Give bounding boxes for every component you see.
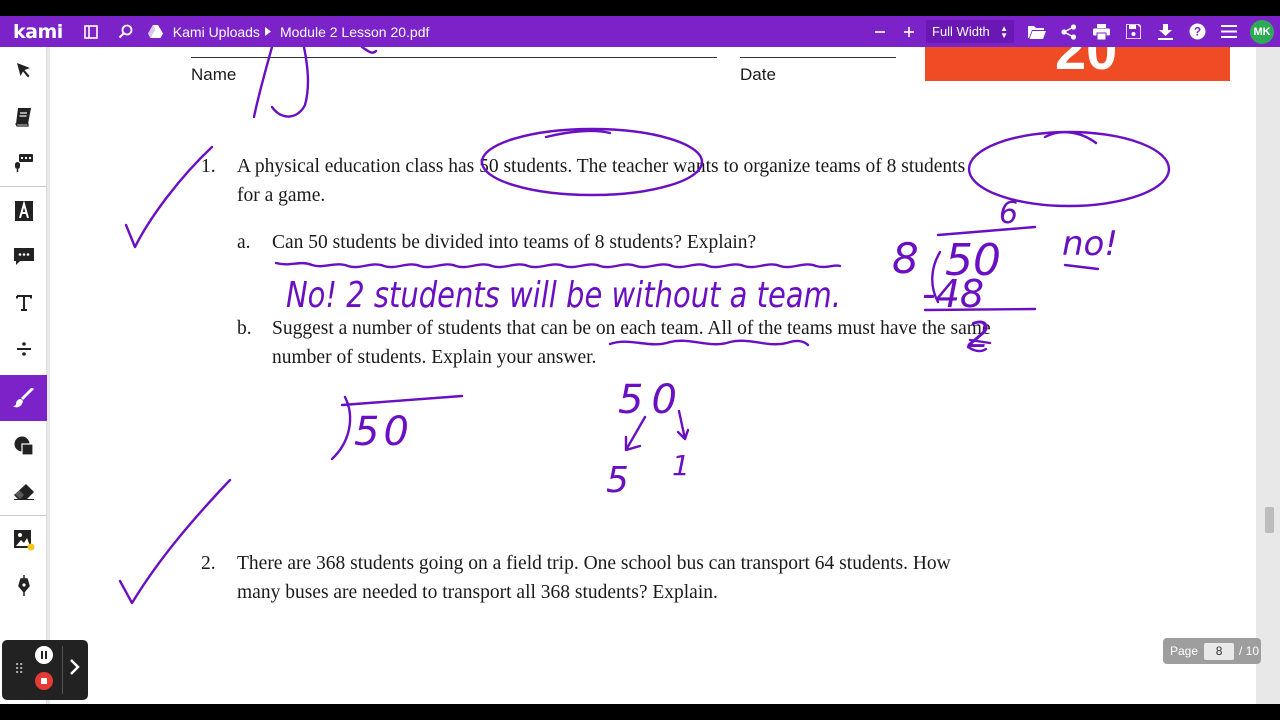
download-icon[interactable] — [1154, 21, 1176, 43]
dictionary-book-icon — [14, 108, 31, 127]
page-total: / 10 — [1239, 644, 1260, 658]
svg-text:?: ? — [1193, 25, 1200, 39]
menu-icon[interactable] — [1218, 21, 1240, 43]
add-image-icon — [13, 530, 34, 551]
equation-icon — [16, 342, 31, 356]
voice-comment-icon — [14, 154, 33, 172]
toolbar-actions: Full Width ▲ ▼ ? MK — [869, 16, 1280, 47]
text-tool-icon — [15, 295, 32, 311]
select-arrows-icon: ▲ ▼ — [1000, 23, 1008, 40]
kami-logo[interactable]: kami — [13, 21, 63, 43]
ink-b-dividend: 50 — [354, 409, 413, 455]
ink-checkmark-2 — [118, 478, 232, 605]
ink-annotations[interactable]: No! 2 students will be without a team. 6… — [50, 47, 1256, 704]
page-number-input[interactable]: 8 — [1204, 642, 1235, 660]
tool-dictionary[interactable] — [0, 94, 47, 140]
document-viewer[interactable]: 20 Name Date 1. A physical education cla… — [47, 47, 1280, 704]
ink-note-no: no! — [1062, 224, 1118, 264]
zoom-in-icon[interactable] — [898, 21, 920, 43]
ink-b-digit-one: 1 — [672, 449, 690, 482]
ink-circle-8-students — [967, 130, 1171, 208]
ink-wavy-underline-a — [274, 261, 842, 269]
expand-chevron-icon[interactable] — [68, 658, 82, 681]
ink-division-remainder: 2 — [967, 315, 990, 356]
drive-icon — [145, 21, 167, 43]
signature-pen-icon — [17, 575, 30, 596]
tool-eraser[interactable] — [0, 469, 47, 515]
ink-division-divisor: 8 — [892, 234, 919, 283]
tool-add-image[interactable] — [0, 517, 47, 563]
search-icon[interactable] — [115, 21, 137, 43]
zoom-select[interactable]: Full Width ▲ ▼ — [926, 20, 1014, 43]
save-icon[interactable] — [1122, 21, 1144, 43]
tools-sidebar — [0, 47, 47, 704]
ink-b-digits-top: 50 — [618, 377, 685, 423]
sidebar-toggle-icon[interactable] — [80, 21, 102, 43]
text-highlight-icon — [14, 201, 33, 221]
zoom-select-value: Full Width — [932, 24, 990, 39]
ink-name-scribble — [252, 47, 378, 119]
folder-open-icon[interactable] — [1026, 21, 1048, 43]
tool-text[interactable] — [0, 280, 47, 326]
tool-text-highlight[interactable] — [0, 188, 47, 234]
ink-b-digits-bottom: 5 — [606, 460, 629, 501]
breadcrumb-file-name[interactable]: Module 2 Lesson 20.pdf — [280, 24, 429, 40]
ink-checkmark-1 — [124, 145, 214, 249]
tool-equation[interactable] — [0, 326, 47, 372]
tool-voice-comment[interactable] — [0, 140, 47, 186]
ink-answer-a: No! 2 students will be without a team. — [286, 275, 841, 316]
drag-handle-icon[interactable]: ⠿ — [14, 661, 24, 678]
comment-icon — [13, 248, 34, 265]
page-indicator: Page 8 / 10 — [1163, 638, 1261, 664]
tool-select[interactable] — [0, 47, 47, 93]
select-cursor-icon — [16, 63, 30, 78]
tool-freehand-drawing[interactable] — [0, 375, 47, 421]
help-icon[interactable]: ? — [1186, 21, 1208, 43]
shapes-icon — [14, 436, 34, 456]
top-toolbar: kami Kami Uploads Module 2 Lesson 20.pdf… — [0, 16, 1280, 47]
vertical-scrollbar-thumb[interactable] — [1265, 507, 1274, 533]
pdf-page[interactable]: 20 Name Date 1. A physical education cla… — [50, 47, 1256, 704]
user-avatar[interactable]: MK — [1250, 19, 1274, 44]
chevron-right-icon — [260, 21, 276, 43]
widget-divider — [62, 646, 63, 694]
print-icon[interactable] — [1090, 21, 1112, 43]
recording-widget: ⠿ — [2, 640, 88, 700]
breadcrumb-kami-uploads[interactable]: Kami Uploads — [173, 24, 260, 40]
ink-circle-50-students — [480, 127, 704, 197]
ink-division-product: -48 — [922, 272, 984, 316]
ink-division-quotient: 6 — [999, 196, 1018, 231]
page-label: Page — [1170, 644, 1199, 658]
stop-icon[interactable] — [35, 672, 53, 690]
pause-icon[interactable] — [35, 646, 53, 664]
ink-underline-each-team — [608, 339, 810, 347]
eraser-icon — [13, 484, 34, 500]
zoom-out-icon[interactable] — [869, 21, 891, 43]
freehand-drawing-icon — [12, 388, 34, 408]
ink-division-bracket-b — [330, 395, 352, 461]
tool-signature[interactable] — [0, 563, 47, 609]
tool-shapes[interactable] — [0, 423, 47, 469]
tool-comment[interactable] — [0, 234, 47, 280]
share-icon[interactable] — [1058, 21, 1080, 43]
